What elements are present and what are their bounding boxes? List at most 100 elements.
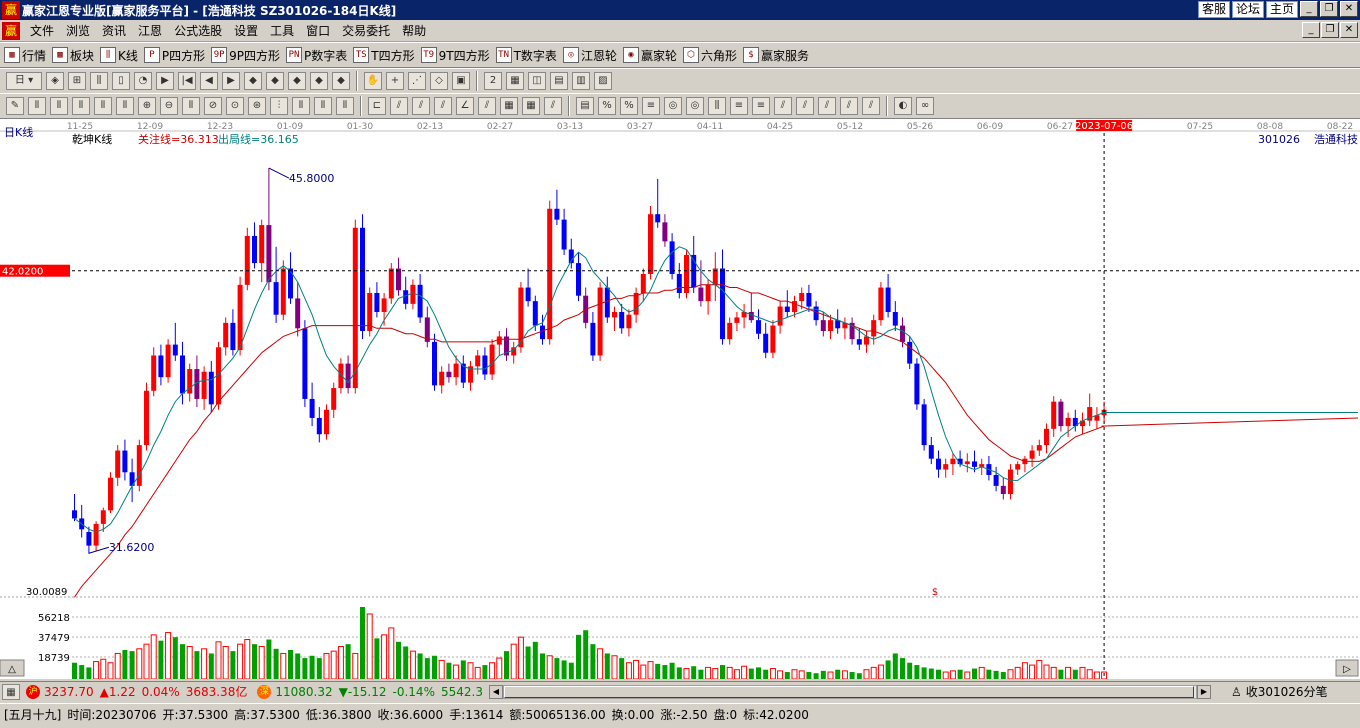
homepage-button[interactable]: 主页 — [1265, 1, 1298, 18]
tool-button-tb3-20-icon[interactable]: ⫽ — [434, 97, 452, 115]
tool-button-tb2-6-icon[interactable]: |◀ — [178, 72, 196, 90]
toolbar-item-3[interactable]: P P四方形 — [143, 47, 205, 64]
tool-button-tb3-28-icon[interactable]: % — [598, 97, 616, 115]
tool-button-tb3-0-icon[interactable]: ✎ — [6, 97, 24, 115]
tool-button-tb3-42-icon[interactable]: ◐ — [894, 97, 912, 115]
tool-button-tb2-2-icon[interactable]: ⫼ — [90, 72, 108, 90]
period-select[interactable]: 日 ▾ — [6, 72, 42, 90]
tool-button-tb2-12-icon[interactable]: ◆ — [310, 72, 328, 90]
tool-button-tb3-23-icon[interactable]: ▦ — [500, 97, 518, 115]
tool-button-tb3-29-icon[interactable]: % — [620, 97, 638, 115]
tool-button-tb2-24-icon[interactable]: ▤ — [550, 72, 568, 90]
menu-tools[interactable]: 工具 — [264, 22, 300, 39]
menu-news[interactable]: 资讯 — [96, 22, 132, 39]
tool-button-tb3-18-icon[interactable]: ⫽ — [390, 97, 408, 115]
tool-button-tb2-21-icon[interactable]: 2 — [484, 72, 502, 90]
tool-button-tb3-17-icon[interactable]: ⊏ — [368, 97, 386, 115]
tool-button-tb2-7-icon[interactable]: ◀ — [200, 72, 218, 90]
child-restore-icon[interactable]: ❐ — [1321, 22, 1339, 38]
tool-button-tb2-8-icon[interactable]: ▶ — [222, 72, 240, 90]
close-icon[interactable]: ✕ — [1340, 1, 1358, 17]
toolbar-item-9[interactable]: ◎ 江恩轮 — [562, 47, 617, 64]
tool-button-tb3-7-icon[interactable]: ⊖ — [160, 97, 178, 115]
tool-button-tb2-15-icon[interactable]: ✋ — [364, 72, 382, 90]
menu-settings[interactable]: 设置 — [228, 22, 264, 39]
tool-button-tb2-11-icon[interactable]: ◆ — [288, 72, 306, 90]
scroll-track[interactable] — [502, 684, 1197, 699]
tool-button-tb3-22-icon[interactable]: ⫽ — [478, 97, 496, 115]
tool-button-tb2-9-icon[interactable]: ◆ — [244, 72, 262, 90]
tool-button-tb3-13-icon[interactable]: ⫴ — [292, 97, 310, 115]
tool-button-tb2-4-icon[interactable]: ◔ — [134, 72, 152, 90]
menu-browse[interactable]: 浏览 — [60, 22, 96, 39]
tool-button-tb2-17-icon[interactable]: ⋰ — [408, 72, 426, 90]
toolbar-item-7[interactable]: T9 9T四方形 — [420, 47, 490, 64]
menu-help[interactable]: 帮助 — [396, 22, 432, 39]
toolbar-item-2[interactable]: ⫼ K线 — [100, 47, 138, 64]
tool-button-tb2-18-icon[interactable]: ◇ — [430, 72, 448, 90]
tool-button-tb3-10-icon[interactable]: ⊙ — [226, 97, 244, 115]
chart-scrollbar[interactable]: ◀ ▶ — [488, 684, 1211, 700]
tool-button-tb2-19-icon[interactable]: ▣ — [452, 72, 470, 90]
tool-button-tb3-37-icon[interactable]: ⫽ — [796, 97, 814, 115]
tool-button-tb2-5-icon[interactable]: ▶ — [156, 72, 174, 90]
toolbar-item-12[interactable]: $ 赢家服务 — [742, 47, 809, 64]
tool-button-tb3-5-icon[interactable]: ⫴ — [116, 97, 134, 115]
tool-button-tb3-34-icon[interactable]: ≡ — [730, 97, 748, 115]
tool-button-tb3-38-icon[interactable]: ⫽ — [818, 97, 836, 115]
tool-button-tb2-16-icon[interactable]: + — [386, 72, 404, 90]
tool-button-tb3-11-icon[interactable]: ⊛ — [248, 97, 266, 115]
tick-detail-link[interactable]: 收301026分笔 — [1246, 683, 1328, 700]
tool-button-tb3-32-icon[interactable]: ◎ — [686, 97, 704, 115]
toolbar-item-8[interactable]: TN T数字表 — [495, 47, 557, 64]
scroll-thumb[interactable] — [503, 685, 1194, 698]
tool-button-tb3-30-icon[interactable]: ≡ — [642, 97, 660, 115]
tool-button-tb2-1-icon[interactable]: ⊞ — [68, 72, 86, 90]
menu-logo-icon[interactable]: 赢 — [2, 21, 20, 40]
kline-chart-area[interactable]: 11-25 12-09 12-23 01-09 01-30 02-13 02-27 03-13… — [0, 119, 1360, 679]
tool-button-tb2-0-icon[interactable]: ◈ — [46, 72, 64, 90]
menu-trade[interactable]: 交易委托 — [336, 22, 396, 39]
tool-button-tb2-3-icon[interactable]: ▯ — [112, 72, 130, 90]
tool-button-tb3-35-icon[interactable]: ≡ — [752, 97, 770, 115]
toolbar-item-10[interactable]: ◉ 赢家轮 — [622, 47, 677, 64]
tool-button-tb3-1-icon[interactable]: ⫴ — [28, 97, 46, 115]
tool-button-tb3-6-icon[interactable]: ⊕ — [138, 97, 156, 115]
tool-button-tb2-22-icon[interactable]: ▦ — [506, 72, 524, 90]
tool-button-tb2-25-icon[interactable]: ▥ — [572, 72, 590, 90]
scroll-right-icon[interactable]: ▶ — [1196, 684, 1211, 699]
tool-button-tb2-13-icon[interactable]: ◆ — [332, 72, 350, 90]
menu-file[interactable]: 文件 — [24, 22, 60, 39]
tool-button-tb3-14-icon[interactable]: ⫴ — [314, 97, 332, 115]
scroll-left-icon[interactable]: ◀ — [488, 684, 503, 699]
tool-button-tb3-4-icon[interactable]: ⫴ — [94, 97, 112, 115]
tool-button-tb3-33-icon[interactable]: ⫼ — [708, 97, 726, 115]
tool-button-tb3-43-icon[interactable]: ∞ — [916, 97, 934, 115]
tool-button-tb3-25-icon[interactable]: ⫽ — [544, 97, 562, 115]
toolbar-item-6[interactable]: TS T四方形 — [353, 47, 415, 64]
tool-button-tb2-10-icon[interactable]: ◆ — [266, 72, 284, 90]
customer-service-button[interactable]: 客服 — [1197, 1, 1230, 18]
tool-button-tb3-36-icon[interactable]: ⫽ — [774, 97, 792, 115]
menu-window[interactable]: 窗口 — [300, 22, 336, 39]
toolbar-item-4[interactable]: 9P 9P四方形 — [211, 47, 280, 64]
restore-icon[interactable]: ❐ — [1320, 1, 1338, 17]
toolbar-item-5[interactable]: PN P数字表 — [286, 47, 347, 64]
menu-formula[interactable]: 公式选股 — [168, 22, 228, 39]
menu-gann[interactable]: 江恩 — [132, 22, 168, 39]
child-minimize-icon[interactable]: _ — [1302, 22, 1320, 38]
minimize-icon[interactable]: _ — [1300, 1, 1318, 17]
tool-button-tb2-26-icon[interactable]: ▨ — [594, 72, 612, 90]
tool-button-tb3-19-icon[interactable]: ⫽ — [412, 97, 430, 115]
tool-button-tb3-21-icon[interactable]: ∠ — [456, 97, 474, 115]
tool-button-tb3-24-icon[interactable]: ▦ — [522, 97, 540, 115]
tool-button-tb3-3-icon[interactable]: ⫴ — [72, 97, 90, 115]
tool-button-tb3-27-icon[interactable]: ▤ — [576, 97, 594, 115]
forum-button[interactable]: 论坛 — [1231, 1, 1264, 18]
toolbar-item-0[interactable]: ▦ 行情 — [4, 47, 46, 64]
tool-button-tb3-40-icon[interactable]: ⫽ — [862, 97, 880, 115]
kline-chart[interactable]: 11-25 12-09 12-23 01-09 01-30 02-13 02-27 03-13… — [0, 119, 1360, 679]
toolbar-item-1[interactable]: ▩ 板块 — [52, 47, 94, 64]
tool-button-tb2-23-icon[interactable]: ◫ — [528, 72, 546, 90]
tool-button-tb3-31-icon[interactable]: ◎ — [664, 97, 682, 115]
